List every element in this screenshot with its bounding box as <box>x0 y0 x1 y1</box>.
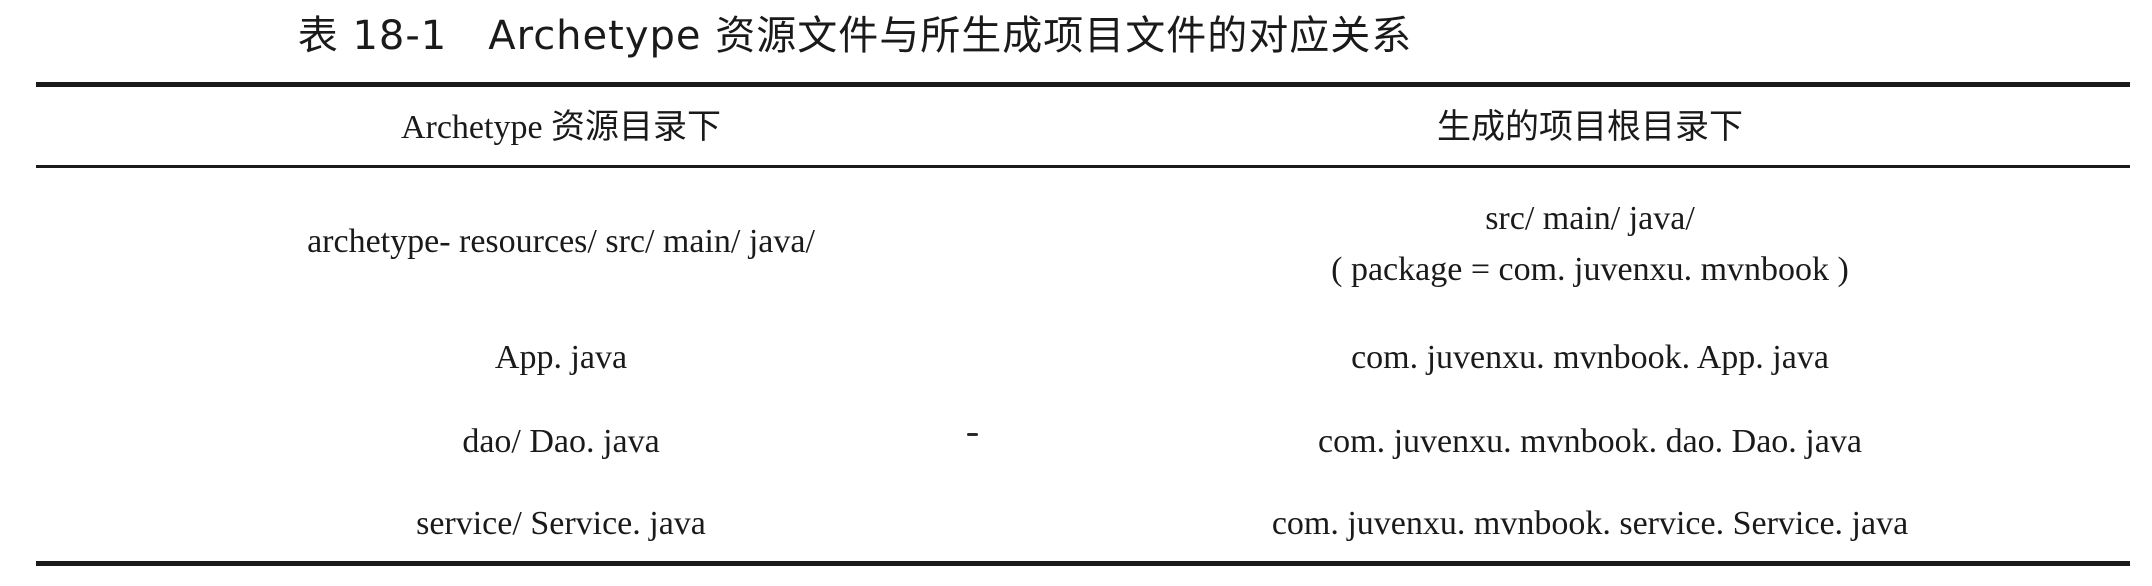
table-cell-generated-package-note: ( package = com. juvenxu. mvnbook ) <box>1331 251 1849 288</box>
table-cell-generated-path: com. juvenxu. mvnbook. service. Service.… <box>1271 505 1909 542</box>
table-header-rule <box>36 165 2130 168</box>
table-cell-generated-path: com. juvenxu. mvnbook. App. java <box>1351 339 1829 376</box>
column-header-generated-project: 生成的项目根目录下 <box>1437 109 1743 146</box>
table-cell-generated-path: com. juvenxu. mvnbook. dao. Dao. java <box>1318 423 1862 460</box>
table-bottom-rule <box>36 561 2130 566</box>
table-cell-resource-path: dao/ Dao. java <box>462 423 660 460</box>
column-header-archetype-resources: Archetype 资源目录下 <box>400 109 722 146</box>
table-top-rule <box>36 82 2130 87</box>
table-cell-resource-path: archetype- resources/ src/ main/ java/ <box>307 223 815 260</box>
table-caption: 表 18-1 Archetype 资源文件与所生成项目文件的对应关系 <box>297 13 1413 59</box>
table-cell-resource-path: App. java <box>494 339 628 376</box>
table-cell-generated-path: src/ main/ java/ <box>1485 200 1695 237</box>
table-cell-resource-path: service/ Service. java <box>416 505 706 542</box>
scan-speck <box>967 433 978 436</box>
